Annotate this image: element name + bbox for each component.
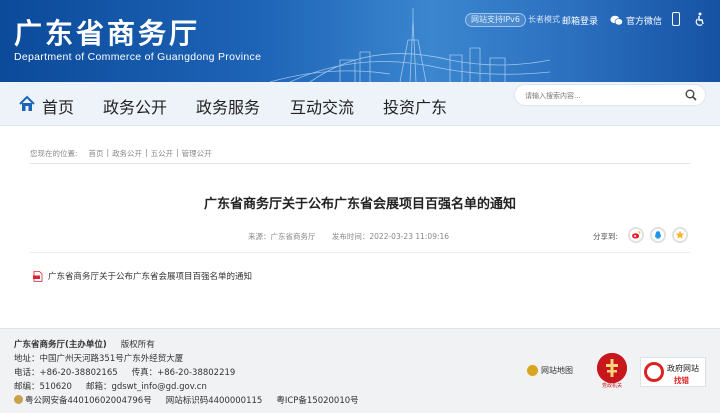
attachment-label: 广东省商务厅关于公布广东省会展项目百强名单的通知	[48, 272, 253, 282]
footer-contact-line: 电话：+86-20-38802165 传真：+86-20-38802219	[14, 366, 235, 378]
article-title: 广东省商务厅关于公布广东省会展项目百强名单的通知	[203, 197, 516, 212]
sitemap-icon	[527, 365, 538, 376]
breadcrumb-item-home[interactable]: 首页	[89, 148, 104, 159]
footer-copyright: 版权所有	[120, 340, 155, 350]
footer-post-line: 邮编：510620 邮箱：gdswt_info@gd.gov.cn	[14, 380, 207, 392]
mail-login-link[interactable]: 邮箱登录	[562, 14, 598, 27]
breadcrumb-item-five-public[interactable]: 五公开	[151, 148, 174, 159]
footer-org-line: 广东省商务厅(主办单位) 版权所有	[14, 338, 155, 350]
footer-police-record[interactable]: 粤公网安备44010602004796号	[25, 396, 152, 406]
accessibility-icon[interactable]	[693, 12, 707, 26]
footer-site-code: 网站标识码4400000115	[165, 396, 263, 406]
article-meta: 来源：广东省商务厅 发布时间：2022-03-23 11:09:16	[248, 231, 449, 242]
correction-emblem-icon	[644, 362, 664, 382]
breadcrumb-separator: |	[106, 148, 110, 157]
gov-site-correction-badge[interactable]: 政府网站 找错	[640, 357, 706, 387]
home-icon[interactable]	[18, 95, 36, 113]
wechat-label: 官方微信	[626, 17, 663, 27]
breadcrumb-item-gov-affairs-public[interactable]: 政务公开	[112, 148, 142, 159]
footer-postcode: 邮编：510620	[14, 382, 72, 392]
qq-share-icon[interactable]	[650, 227, 666, 243]
attachment-link[interactable]: 广东省商务厅关于公布广东省会展项目百强名单的通知	[33, 270, 252, 282]
wechat-icon	[610, 15, 623, 26]
pdf-icon	[33, 270, 43, 282]
nav-item-gov-services[interactable]: 政务服务	[196, 94, 260, 118]
nav-item-interaction[interactable]: 互动交流	[290, 94, 354, 118]
gov-logo-label: 党政机关	[601, 383, 622, 389]
footer-icp[interactable]: 粤ICP备15020010号	[276, 396, 358, 406]
footer-fax: 传真：+86-20-38802219	[131, 368, 236, 378]
correction-line2: 找错	[674, 376, 689, 385]
breadcrumb-separator: |	[176, 148, 179, 157]
ipv6-badge: 网站支持IPv6	[465, 13, 527, 27]
breadcrumb-separator: |	[145, 148, 148, 157]
nav-item-invest-guangdong[interactable]: 投资广东	[383, 94, 447, 118]
divider	[30, 163, 690, 164]
footer-org: 广东省商务厅(主办单位)	[14, 340, 107, 350]
site-title: 广东省商务厅	[14, 17, 201, 50]
footer-email: 邮箱：gdswt_info@gd.gov.cn	[85, 382, 207, 392]
breadcrumb-item-management-public[interactable]: 管理公开	[182, 148, 212, 159]
nav-item-home[interactable]: 首页	[42, 94, 74, 118]
breadcrumb: 您现在的位置: 首页 | 政务公开 | 五公开 | 管理公开	[30, 148, 212, 159]
footer-phone: 电话：+86-20-38802165	[14, 368, 118, 378]
divider	[30, 252, 690, 253]
correction-line1: 政府网站	[667, 364, 699, 373]
weibo-share-icon[interactable]	[628, 227, 644, 243]
elder-mode-link[interactable]: 长者模式	[528, 14, 560, 25]
site-subtitle: Department of Commerce of Guangdong Prov…	[14, 51, 262, 63]
wechat-link[interactable]: 官方微信	[610, 14, 662, 27]
share-label: 分享到:	[593, 232, 619, 241]
breadcrumb-prefix: 您现在的位置:	[30, 149, 78, 158]
police-badge-icon	[14, 395, 23, 404]
mobile-icon[interactable]	[672, 12, 680, 26]
sitemap-label: 网站地图	[541, 366, 573, 375]
sitemap-link[interactable]: 网站地图	[527, 365, 573, 376]
site-banner: 广东省商务厅 Department of Commerce of Guangdo…	[0, 0, 720, 82]
article-source: 来源：广东省商务厅	[248, 232, 316, 241]
qzone-share-icon[interactable]	[672, 227, 688, 243]
nav-item-gov-affairs-public[interactable]: 政务公开	[103, 94, 167, 118]
search-box	[514, 84, 706, 106]
search-input[interactable]	[525, 88, 675, 103]
gov-agency-logo[interactable]	[597, 353, 627, 383]
footer-address: 地址：中国广州天河路351号广东外经贸大厦	[14, 354, 184, 364]
footer-record-line: 粤公网安备44010602004796号 网站标识码4400000115 粤ICP备…	[14, 394, 359, 406]
search-icon[interactable]	[685, 89, 697, 101]
gov-emblem-icon	[597, 353, 627, 383]
article-publish-time: 发布时间：2022-03-23 11:09:16	[331, 232, 450, 241]
